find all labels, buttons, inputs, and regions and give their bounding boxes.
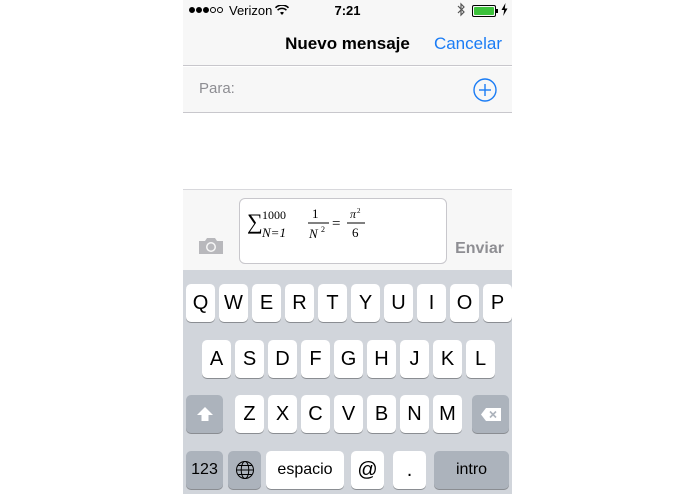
formula-rhs-numerator: π bbox=[350, 207, 357, 221]
key-t[interactable]: T bbox=[318, 284, 347, 322]
key-c[interactable]: C bbox=[301, 395, 330, 433]
message-input[interactable]: ∑ 1000 N=1 1 N 2 = π 2 6 bbox=[239, 198, 447, 264]
return-key[interactable]: intro bbox=[434, 451, 509, 489]
key-w[interactable]: W bbox=[219, 284, 248, 322]
globe-icon[interactable] bbox=[228, 451, 261, 489]
key-h[interactable]: H bbox=[367, 340, 396, 378]
space-key[interactable]: espacio bbox=[266, 451, 344, 489]
charging-bolt-icon bbox=[501, 3, 508, 19]
send-button[interactable]: Enviar bbox=[455, 240, 504, 258]
camera-icon[interactable] bbox=[197, 236, 225, 261]
key-x[interactable]: X bbox=[268, 395, 297, 433]
message-thread bbox=[183, 114, 512, 190]
phone-screen: Verizon 7:21 Nuevo mensaje Cancelar Para… bbox=[183, 0, 512, 494]
formula-rhs-denominator: 6 bbox=[352, 225, 359, 240]
key-o[interactable]: O bbox=[450, 284, 479, 322]
status-bar: Verizon 7:21 bbox=[183, 0, 512, 22]
formula-equals: = bbox=[332, 216, 340, 232]
key-q[interactable]: Q bbox=[186, 284, 215, 322]
compose-bar: ∑ 1000 N=1 1 N 2 = π 2 6 Enviar bbox=[183, 190, 512, 270]
key-g[interactable]: G bbox=[334, 340, 363, 378]
at-key[interactable]: @ bbox=[351, 451, 384, 489]
key-d[interactable]: D bbox=[268, 340, 297, 378]
dot-key[interactable]: . bbox=[393, 451, 426, 489]
key-u[interactable]: U bbox=[384, 284, 413, 322]
key-v[interactable]: V bbox=[334, 395, 363, 433]
shift-icon[interactable] bbox=[186, 395, 223, 433]
key-j[interactable]: J bbox=[400, 340, 429, 378]
formula-numerator: 1 bbox=[312, 206, 319, 221]
bluetooth-icon bbox=[457, 2, 466, 20]
key-e[interactable]: E bbox=[252, 284, 281, 322]
backspace-icon[interactable] bbox=[472, 395, 509, 433]
message-formula: ∑ 1000 N=1 1 N 2 = π 2 6 bbox=[247, 206, 365, 241]
recipients-input[interactable] bbox=[243, 75, 463, 103]
formula-upper-limit: 1000 bbox=[262, 208, 286, 222]
recipients-label: Para: bbox=[199, 80, 235, 97]
cancel-button[interactable]: Cancelar bbox=[434, 34, 502, 54]
keyboard: 123 espacio @ . intro QWERTYUIOP ASDFGHJK… bbox=[183, 270, 512, 494]
key-z[interactable]: Z bbox=[235, 395, 264, 433]
key-i[interactable]: I bbox=[417, 284, 446, 322]
key-p[interactable]: P bbox=[483, 284, 512, 322]
numbers-key[interactable]: 123 bbox=[186, 451, 223, 489]
recipients-row: Para: bbox=[183, 67, 512, 113]
key-b[interactable]: B bbox=[367, 395, 396, 433]
battery-icon bbox=[472, 5, 496, 17]
navigation-bar: Nuevo mensaje Cancelar bbox=[183, 22, 512, 66]
formula-sum: ∑ bbox=[247, 209, 263, 234]
plus-circle-icon[interactable] bbox=[472, 77, 498, 103]
key-f[interactable]: F bbox=[301, 340, 330, 378]
key-r[interactable]: R bbox=[285, 284, 314, 322]
formula-denominator-exponent: 2 bbox=[321, 225, 325, 234]
formula-rhs-exponent: 2 bbox=[357, 207, 361, 215]
key-a[interactable]: A bbox=[202, 340, 231, 378]
key-s[interactable]: S bbox=[235, 340, 264, 378]
key-l[interactable]: L bbox=[466, 340, 495, 378]
key-n[interactable]: N bbox=[400, 395, 429, 433]
key-m[interactable]: M bbox=[433, 395, 462, 433]
formula-denominator: N bbox=[308, 226, 319, 241]
battery-tip bbox=[496, 9, 498, 13]
formula-lower-limit: N=1 bbox=[261, 225, 286, 240]
key-k[interactable]: K bbox=[433, 340, 462, 378]
key-y[interactable]: Y bbox=[351, 284, 380, 322]
